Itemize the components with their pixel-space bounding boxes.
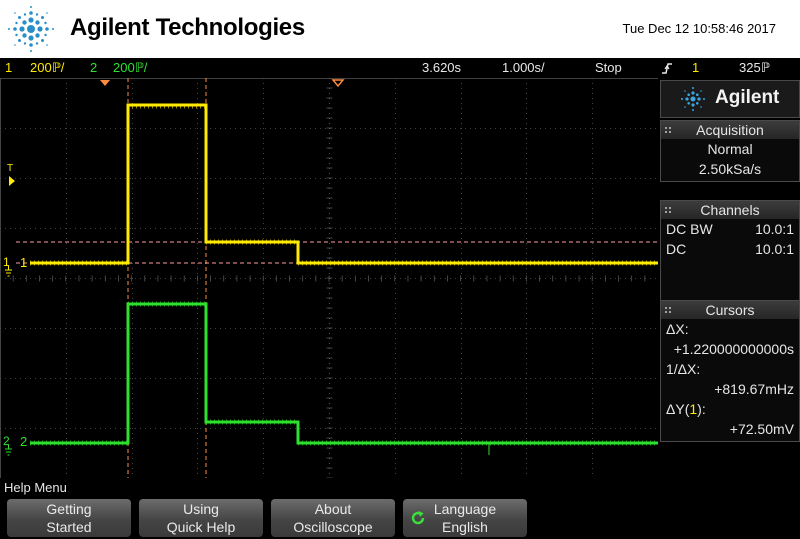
side-panel: Agilent Acquisition Normal 2.50kSa/s Cha… — [660, 80, 800, 478]
waveform-display[interactable]: T 1 1 2 2 — [0, 77, 659, 479]
side-brand-box: Agilent — [660, 80, 800, 118]
trigger-level-marker[interactable] — [9, 176, 15, 186]
grip-dots-icon — [664, 306, 672, 314]
time-base[interactable]: 1.000s/ — [502, 58, 545, 78]
delta-y-value: +72.50mV — [729, 421, 794, 437]
help-menu-title: Help Menu — [4, 480, 67, 495]
trigger-time-marker — [331, 79, 345, 88]
brand-name: Agilent Technologies — [70, 14, 305, 41]
trigger-slope-icon — [660, 59, 674, 77]
status-bar: 1 200ℙ/ 2 200ℙ/ 3.620s 1.000s/ Stop 1 32… — [0, 58, 800, 78]
delta-y-channel: 1 — [689, 401, 698, 417]
grip-dots-icon — [664, 206, 672, 214]
graticule — [0, 77, 659, 479]
delta-x-value: +1.220000000000s — [673, 341, 794, 357]
ch2-probe: 10.0:1 — [755, 241, 794, 257]
trigger-source[interactable]: 1 — [692, 58, 699, 78]
ch2-coupling: DC — [666, 241, 687, 257]
trigger-level[interactable]: 325ℙ — [739, 58, 770, 78]
ch1-coupling: DC BW — [666, 221, 713, 237]
sample-rate: 2.50kSa/s — [698, 161, 762, 177]
acquisition-title: Acquisition — [661, 121, 799, 139]
delta-y-label: ΔY(1): — [666, 401, 706, 417]
run-state: Stop — [595, 60, 622, 75]
ch2-scale[interactable]: 200ℙ/ — [113, 58, 147, 78]
about-oscilloscope-button[interactable]: About Oscilloscope — [271, 499, 395, 537]
acquisition-box[interactable]: Acquisition Normal 2.50kSa/s — [660, 120, 800, 182]
cycle-arrow-icon — [411, 511, 425, 525]
trigger-label: T — [7, 163, 13, 174]
cursors-title: Cursors — [661, 301, 799, 319]
quick-help-button[interactable]: Using Quick Help — [139, 499, 263, 537]
cursors-box[interactable]: Cursors ΔX: +1.220000000000s 1/ΔX: +819.… — [660, 300, 800, 442]
ch1-probe: 10.0:1 — [755, 221, 794, 237]
ch1-scale[interactable]: 200ℙ/ — [30, 58, 64, 78]
date-time: Tue Dec 12 10:58:46 2017 — [622, 21, 776, 36]
inverse-delta-x-value: +819.67mHz — [714, 381, 794, 397]
ch1-level-label: 1 — [20, 255, 27, 270]
getting-started-button[interactable]: Getting Started — [7, 499, 131, 537]
time-delay[interactable]: 3.620s — [422, 58, 461, 78]
delay-marker — [100, 80, 110, 86]
ch2-trace — [30, 301, 658, 455]
agilent-spark-icon — [681, 87, 705, 111]
language-button[interactable]: Language English — [403, 499, 527, 537]
inverse-delta-x-label: 1/ΔX: — [666, 361, 701, 377]
channel-1-row: DC BW 10.0:1 — [661, 219, 799, 239]
side-brand-name: Agilent — [715, 87, 780, 108]
channel-2-row: DC 10.0:1 — [661, 239, 799, 259]
channels-title: Channels — [661, 201, 799, 219]
ch2-level-label: 2 — [20, 434, 27, 449]
ch1-number[interactable]: 1 — [5, 58, 12, 78]
acquisition-mode: Normal — [707, 141, 753, 157]
delta-x-label: ΔX: — [666, 321, 689, 337]
grip-dots-icon — [664, 126, 672, 134]
agilent-spark-logo — [8, 6, 54, 52]
title-bar: Agilent Technologies Tue Dec 12 10:58:46… — [0, 0, 800, 58]
ch1-trace — [30, 103, 658, 266]
ch2-number[interactable]: 2 — [90, 58, 97, 78]
